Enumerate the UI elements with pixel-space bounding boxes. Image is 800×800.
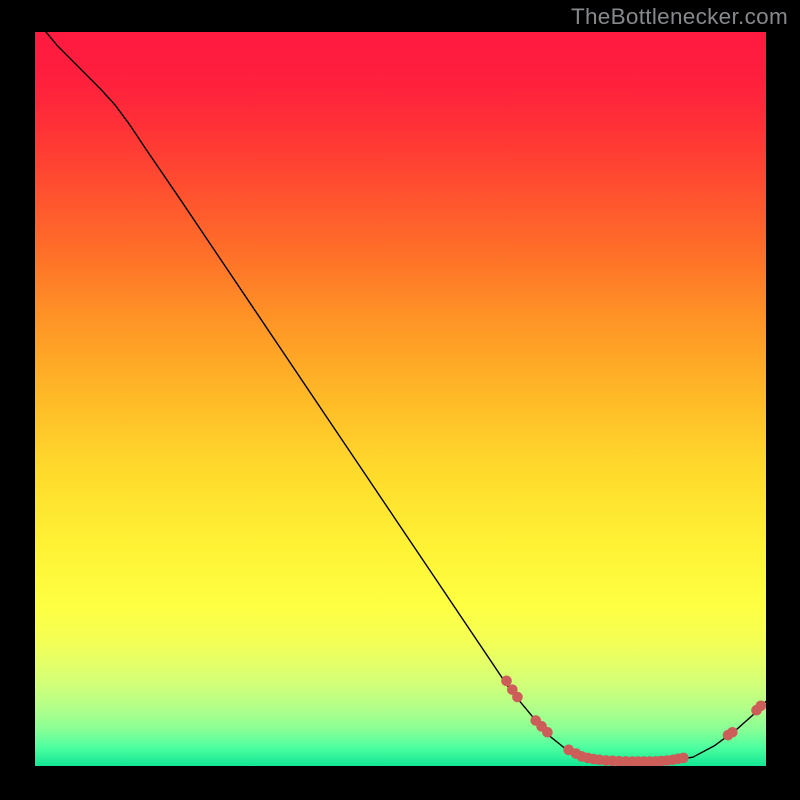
data-marker [512,692,523,703]
plot-area [35,32,766,766]
gradient-background [35,32,766,766]
data-marker [756,701,766,712]
data-marker [678,753,689,764]
data-marker [501,676,512,687]
attribution-label: TheBottlenecker.com [571,4,788,30]
chart-stage: TheBottlenecker.com [0,0,800,800]
data-marker [542,727,553,738]
chart-svg [35,32,766,766]
data-marker [727,727,738,738]
